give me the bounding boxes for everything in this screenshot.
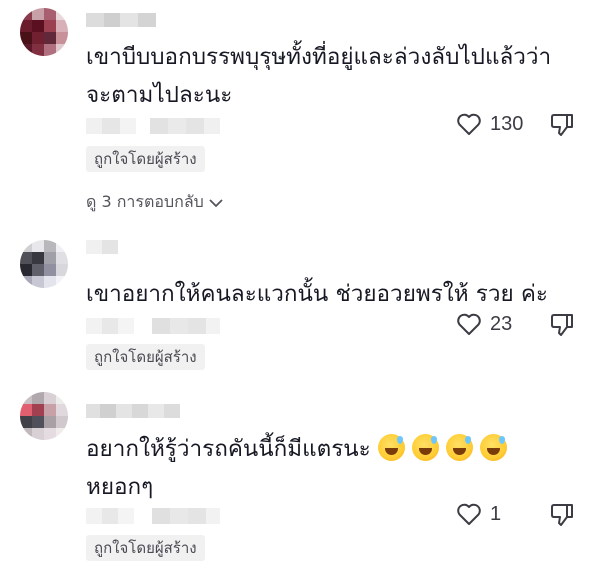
thumbs-down-icon — [551, 314, 573, 336]
comment-meta-blurred — [86, 508, 220, 524]
comment-text: เขาอยากให้คนละแวกนั้น ช่วยอวยพรให้ รวย ค… — [86, 281, 548, 307]
thumbs-down-icon — [551, 504, 573, 526]
like-button[interactable]: 23 — [456, 312, 512, 336]
like-count: 1 — [490, 502, 502, 525]
grinning-face-with-sweat-emoji — [445, 434, 473, 461]
like-button[interactable]: 130 — [456, 112, 523, 136]
comment-text: เขาบีบบอกบรรพบุรุษทั้งที่อยู่และล่วงลับไ… — [86, 44, 552, 108]
thumbs-down-icon — [551, 114, 573, 136]
comment-text: อยากให้รู้ว่ารถคันนี้ก็มีแตรนะ หยอกๆ — [86, 430, 570, 506]
liked-by-creator-badge: ถูกใจโดยผู้สร้าง — [86, 344, 205, 370]
view-replies-button[interactable]: ดู 3 การตอบกลับ — [86, 190, 224, 215]
username-blurred[interactable] — [86, 404, 180, 418]
liked-by-creator-badge: ถูกใจโดยผู้สร้าง — [86, 146, 205, 172]
grinning-face-with-sweat-emoji — [479, 434, 507, 461]
heart-icon — [457, 503, 481, 525]
avatar[interactable] — [20, 240, 68, 288]
heart-icon — [457, 313, 481, 335]
view-replies-label: ดู 3 การตอบกลับ — [86, 192, 204, 211]
dislike-button[interactable] — [549, 502, 575, 532]
like-count: 23 — [490, 312, 513, 335]
avatar[interactable] — [20, 392, 68, 440]
comment-text-line1: อยากให้รู้ว่ารถคันนี้ก็มีแตรนะ — [86, 436, 371, 462]
username-blurred[interactable] — [86, 240, 118, 254]
like-button[interactable]: 1 — [456, 502, 501, 526]
dislike-button[interactable] — [549, 312, 575, 342]
avatar[interactable] — [20, 8, 68, 56]
comment-meta-blurred — [86, 318, 220, 334]
grinning-face-with-sweat-emoji — [377, 434, 405, 461]
comment-meta-blurred — [86, 118, 220, 134]
chevron-down-icon — [209, 198, 223, 207]
like-count: 130 — [490, 112, 524, 135]
comment-text-line2: หยอกๆ — [86, 474, 154, 500]
liked-by-creator-badge: ถูกใจโดยผู้สร้าง — [86, 535, 205, 561]
heart-icon — [457, 113, 481, 135]
grinning-face-with-sweat-emoji — [411, 434, 439, 461]
dislike-button[interactable] — [549, 112, 575, 142]
username-blurred[interactable] — [86, 13, 156, 27]
